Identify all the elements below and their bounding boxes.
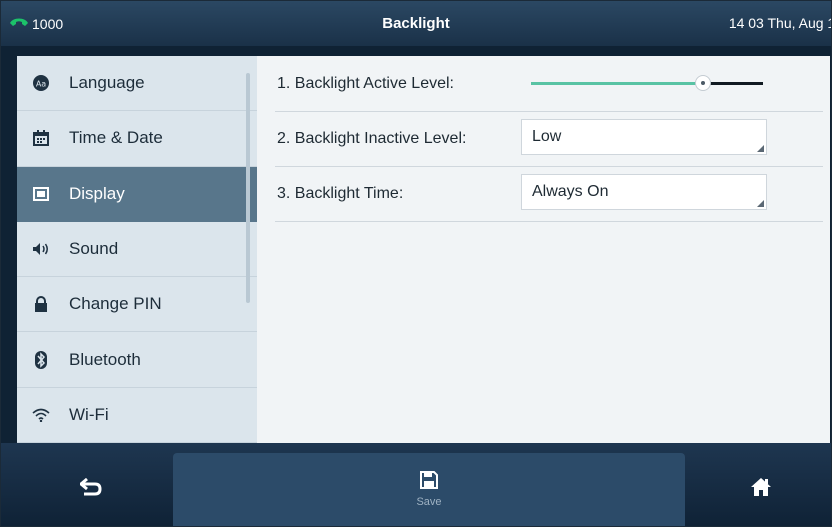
slider-knob[interactable] <box>694 75 711 91</box>
setting-row-active-level: 1. Backlight Active Level: <box>275 56 823 112</box>
sidebar-item-label: Time & Date <box>69 128 163 148</box>
speaker-icon <box>31 239 51 259</box>
wifi-icon <box>31 405 51 425</box>
calendar-icon <box>31 128 51 148</box>
slider-track-filled <box>531 82 703 85</box>
home-button[interactable] <box>691 453 831 526</box>
sidebar-item-display[interactable]: Display <box>17 166 257 222</box>
sidebar-item-bluetooth[interactable]: Bluetooth <box>17 332 257 388</box>
save-button[interactable]: Save <box>173 453 685 526</box>
softkey-bar: Save <box>1 443 831 526</box>
sidebar-item-label: Bluetooth <box>69 349 141 369</box>
setting-row-backlight-time: 3. Backlight Time: Always On <box>275 166 823 222</box>
inactive-level-select[interactable]: Low <box>521 119 767 155</box>
sidebar-item-label: Sound <box>69 239 119 259</box>
page-title: Backlight <box>382 15 450 32</box>
sidebar-item-label: Display <box>69 183 125 203</box>
status-bar: 1000 Backlight 14 03 Thu, Aug 18 <box>1 1 831 46</box>
sidebar-item-label: Change PIN <box>69 294 162 314</box>
sidebar-item-label: Language <box>69 73 145 93</box>
language-icon: Aa <box>31 73 51 93</box>
sidebar-item-change-pin[interactable]: Change PIN <box>17 277 257 333</box>
inactive-level-value: Low <box>532 128 562 145</box>
sidebar-scrollbar[interactable] <box>246 73 250 303</box>
settings-panel: 1. Backlight Active Level: 2. Backlight … <box>257 56 830 443</box>
back-button[interactable] <box>41 453 141 526</box>
dropdown-corner-icon <box>757 200 764 207</box>
active-level-slider[interactable] <box>531 75 763 92</box>
backlight-time-select[interactable]: Always On <box>521 174 767 210</box>
sidebar-item-wifi[interactable]: Wi-Fi <box>17 388 257 443</box>
backlight-time-label: 3. Backlight Time: <box>277 185 404 202</box>
display-icon <box>31 184 51 204</box>
sidebar-item-sound[interactable]: Sound <box>17 222 257 278</box>
save-label: Save <box>416 496 442 508</box>
back-arrow-icon <box>79 477 102 501</box>
bluetooth-icon <box>31 350 51 370</box>
save-icon <box>420 471 438 494</box>
inactive-level-label: 2. Backlight Inactive Level: <box>277 130 467 147</box>
sidebar-item-language[interactable]: Aa Language <box>17 56 257 112</box>
sidebar-item-time-date[interactable]: Time & Date <box>17 111 257 167</box>
backlight-time-value: Always On <box>532 183 609 200</box>
sidebar-item-label: Wi-Fi <box>69 404 109 424</box>
active-level-label: 1. Backlight Active Level: <box>277 75 454 92</box>
slider-track-remaining <box>702 82 763 85</box>
setting-row-inactive-level: 2. Backlight Inactive Level: Low <box>275 111 823 167</box>
lock-icon <box>31 294 51 314</box>
svg-text:Aa: Aa <box>36 80 46 89</box>
clock: 14 03 Thu, Aug 18 <box>728 15 832 31</box>
home-icon <box>750 477 772 502</box>
dropdown-corner-icon <box>757 145 764 152</box>
phone-screen: 1000 Backlight 14 03 Thu, Aug 18 Aa Lang… <box>0 0 832 527</box>
settings-sidebar: Aa Language Time & Date Display Sound Ch… <box>17 56 257 443</box>
